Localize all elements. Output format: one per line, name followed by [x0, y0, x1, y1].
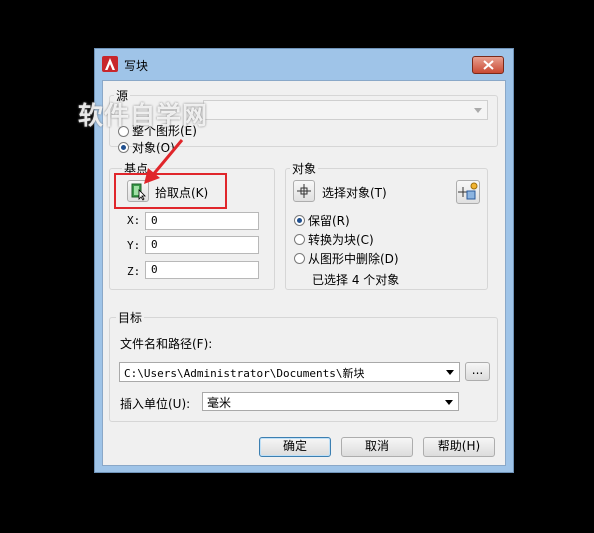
x-field[interactable]: 0 — [145, 212, 259, 230]
help-button[interactable]: 帮助(H) — [423, 437, 495, 457]
quick-select-button[interactable] — [456, 180, 480, 204]
path-label: 文件名和路径(F): — [120, 337, 213, 351]
quick-select-icon — [458, 182, 478, 200]
insert-units-value: 毫米 — [207, 396, 232, 410]
retain-label: 保留(R) — [308, 214, 350, 228]
watermark-text: 软件自学网 — [78, 101, 209, 130]
units-label: 插入单位(U): — [120, 397, 191, 411]
file-path-value: C:\Users\Administrator\Documents\新块 — [124, 367, 365, 380]
chevron-down-icon — [474, 108, 482, 113]
selection-status: 已选择 4 个对象 — [312, 273, 400, 287]
browse-button[interactable]: ... — [465, 362, 490, 381]
x-label: X: — [127, 214, 141, 227]
chevron-down-icon — [446, 370, 454, 375]
chevron-down-icon — [445, 400, 453, 405]
window-title: 写块 — [124, 59, 149, 73]
z-label: Z: — [127, 265, 141, 278]
close-icon — [483, 60, 494, 70]
select-objects-button[interactable] — [293, 180, 315, 202]
convert-to-block-label: 转换为块(C) — [308, 233, 374, 247]
objects-group-label: 对象 — [290, 160, 319, 177]
insert-units-combo[interactable]: 毫米 — [202, 392, 459, 411]
radio-retain[interactable] — [294, 215, 305, 226]
ok-button[interactable]: 确定 — [259, 437, 331, 457]
block-name-combo[interactable] — [203, 100, 488, 120]
z-field[interactable]: 0 — [145, 261, 259, 279]
delete-from-drawing-label: 从图形中删除(D) — [308, 252, 399, 266]
crosshair-icon — [297, 184, 311, 198]
radio-objects[interactable] — [118, 142, 129, 153]
radio-convert-to-block[interactable] — [294, 234, 305, 245]
file-path-combo[interactable]: C:\Users\Administrator\Documents\新块 — [119, 362, 460, 382]
autocad-app-icon — [102, 56, 118, 72]
destination-group-label: 目标 — [116, 309, 145, 326]
cancel-button[interactable]: 取消 — [341, 437, 413, 457]
y-label: Y: — [127, 239, 141, 252]
close-button[interactable] — [472, 56, 504, 74]
y-field[interactable]: 0 — [145, 236, 259, 254]
red-arrow-icon — [144, 139, 184, 184]
radio-delete-from-drawing[interactable] — [294, 253, 305, 264]
select-objects-label: 选择对象(T) — [322, 186, 387, 200]
